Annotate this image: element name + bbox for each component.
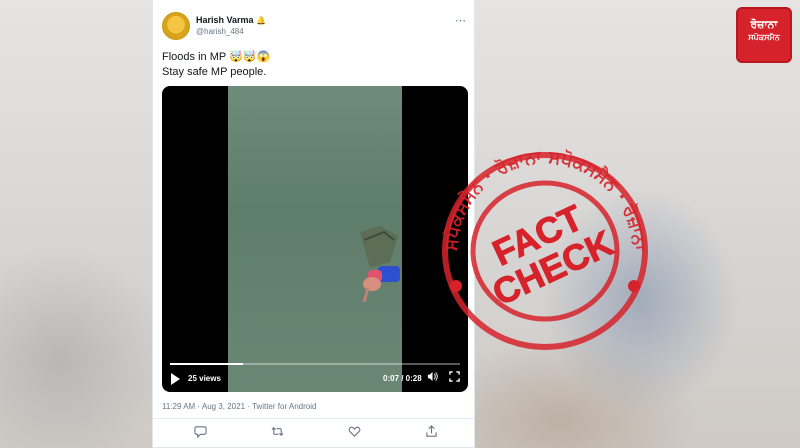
more-options-icon[interactable]: ⋯ (455, 14, 466, 27)
play-icon[interactable] (171, 373, 180, 385)
tweet-card: Harish Varma 🔔 @harish_484 ⋯ Floods in M… (152, 0, 475, 448)
publisher-logo: ਰੋਜ਼ਾਨਾ ਸਪੋਕਸਮੈਨ (736, 7, 792, 63)
fullscreen-icon[interactable] (449, 371, 460, 385)
video-time: 0:07 / 0:28 (383, 374, 422, 383)
like-icon-svg (348, 426, 361, 437)
video-progress-bar[interactable] (170, 363, 460, 365)
view-count: 25 views (188, 374, 221, 383)
author-handle[interactable]: @harish_484 (196, 27, 244, 36)
retweet-icon-svg (271, 426, 284, 437)
fullscreen-icon-svg (449, 371, 460, 382)
logo-line-1: ਰੋਜ਼ਾਨਾ (750, 19, 778, 31)
fact-check-stamp: ਸਪੋਕਸਮੈਨ · ਰੋਜ਼ਾਨਾ ਸਪੋਕਸਮੈਨ · ਰੋਜ਼ਾਨਾ FA… (441, 148, 649, 350)
like-icon[interactable] (348, 425, 361, 441)
action-bar (153, 425, 474, 441)
logo-line-2: ਸਪੋਕਸਮੈਨ (748, 33, 780, 42)
author-name-text[interactable]: Harish Varma (196, 15, 254, 25)
crocodile-and-person-image (360, 226, 400, 302)
video-frame (228, 86, 402, 392)
avatar[interactable] (162, 12, 190, 40)
tweet-meta[interactable]: 11:29 AM · Aug 3, 2021 · Twitter for And… (162, 402, 316, 411)
volume-icon-svg (427, 371, 438, 382)
reply-icon-svg (194, 426, 207, 439)
author-name[interactable]: Harish Varma 🔔 (196, 15, 266, 25)
bell-emoji-badge: 🔔 (256, 16, 267, 25)
volume-icon[interactable] (427, 371, 438, 385)
share-icon[interactable] (425, 425, 438, 441)
divider (153, 418, 474, 419)
video-progress-fill (170, 363, 243, 365)
tweet-text-line-1: Floods in MP 🤯🤯😱 (162, 51, 271, 63)
tweet-text-line-2: Stay safe MP people. (162, 66, 267, 78)
retweet-icon[interactable] (271, 425, 284, 441)
video-player[interactable]: 25 views 0:07 / 0:28 (162, 86, 468, 392)
reply-icon[interactable] (194, 425, 207, 441)
share-icon-svg (426, 425, 437, 437)
